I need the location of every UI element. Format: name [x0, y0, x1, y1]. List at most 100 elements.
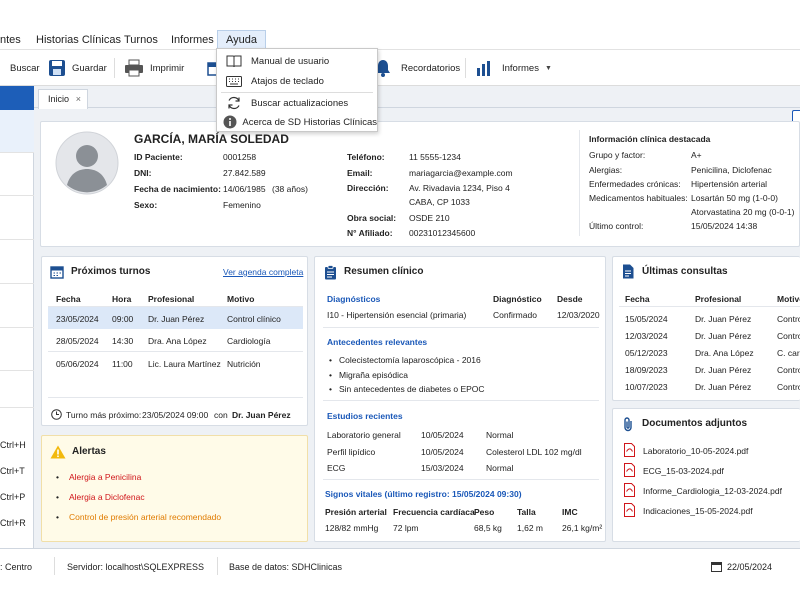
- status-database: Base de datos: SDHClinicas: [229, 562, 343, 572]
- document-name: Informe_Cardiologia_12-03-2024.pdf: [643, 486, 782, 496]
- table-row[interactable]: 15/05/2024 Dr. Juan Pérez Contro: [613, 311, 800, 328]
- table-row[interactable]: 05/06/2024 11:00 Lic. Laura Martínez Nut…: [48, 352, 303, 374]
- menu-item-ayuda[interactable]: Ayuda: [217, 30, 266, 50]
- column-header: Frecuencia cardíaca: [393, 507, 475, 517]
- menu-label: Buscar actualizaciones: [251, 97, 349, 109]
- tab-label: Inicio: [48, 94, 70, 104]
- blood-value: A+: [691, 150, 702, 160]
- table-cell: Dr. Juan Pérez: [695, 331, 752, 341]
- document-name: Laboratorio_10-05-2024.pdf: [643, 446, 749, 456]
- agenda-link[interactable]: Ver agenda completa: [223, 267, 303, 277]
- menu-atajos-teclado[interactable]: Atajos de teclado: [217, 71, 377, 91]
- table-cell: Dr. Juan Pérez: [695, 365, 752, 375]
- calendar-icon: [50, 266, 64, 279]
- vital-value: 72 lpm: [393, 523, 419, 533]
- document-item[interactable]: Informe_Cardiologia_12-03-2024.pdf: [621, 483, 799, 499]
- tab-inicio[interactable]: Inicio ×: [38, 89, 88, 109]
- phone-value: 11 5555-1234: [409, 152, 461, 162]
- chronic-label: Enfermedades crónicas:: [589, 179, 681, 189]
- consultations-title: Últimas consultas: [642, 266, 728, 277]
- menu-acerca-de[interactable]: Acerca de SD Historias Clínicas: [217, 112, 377, 132]
- help-dropdown-menu: Manual de usuario Atajos de teclado Busc…: [216, 48, 378, 132]
- close-icon[interactable]: ×: [76, 90, 81, 108]
- row-divider: [48, 397, 303, 398]
- table-row-selected[interactable]: 23/05/2024 09:00 Dr. Juan Pérez Control …: [48, 307, 303, 329]
- bullet: •: [56, 472, 59, 482]
- shortcut-label: Ctrl+T: [0, 466, 25, 476]
- bullet: •: [329, 384, 332, 394]
- patient-age: (38 años): [272, 184, 308, 194]
- sidebar-item-selected[interactable]: [0, 110, 34, 152]
- print-button[interactable]: Imprimir: [124, 50, 184, 86]
- menu-manual-usuario[interactable]: Manual de usuario: [217, 51, 377, 71]
- documents-title: Documentos adjuntos: [642, 418, 748, 429]
- last-control-value: 15/05/2024 14:38: [691, 221, 758, 231]
- table-cell: 14:30: [112, 336, 134, 346]
- address-label: Dirección:: [347, 183, 389, 193]
- bullet: •: [329, 355, 332, 365]
- last-control-label: Último control:: [589, 221, 644, 231]
- table-cell: Cardiología: [227, 336, 271, 346]
- allergies-value: Penicilina, Diclofenac: [691, 165, 772, 175]
- meds-label: Medicamentos habituales:: [589, 193, 688, 203]
- member-label: N° Afiliado:: [347, 228, 393, 238]
- table-cell: Dra. Ana López: [695, 348, 754, 358]
- estudio-cell: Normal: [486, 463, 514, 473]
- search-button[interactable]: Buscar: [0, 50, 40, 86]
- next-turno-date: 23/05/2024 09:00: [142, 410, 209, 420]
- warning-icon: [50, 445, 66, 459]
- clipboard-icon: [325, 265, 336, 280]
- table-cell: Dr. Juan Pérez: [695, 382, 752, 392]
- sidebar-divider: [0, 239, 34, 240]
- bullet: •: [329, 370, 332, 380]
- reports-button[interactable]: Informes ▼: [476, 50, 552, 86]
- chronic-value: Hipertensión arterial: [691, 179, 768, 189]
- antecedente-item: Colecistectomía laparoscópica - 2016: [339, 355, 481, 365]
- patient-name: GARCÍA, MARÍA SOLEDAD: [134, 132, 289, 146]
- document-item[interactable]: ECG_15-03-2024.pdf: [621, 463, 799, 479]
- email-value[interactable]: mariagarcia@example.com: [409, 168, 513, 178]
- shortcut-label: Ctrl+R: [0, 518, 26, 528]
- column-header: Diagnóstico: [493, 294, 542, 304]
- menu-item-informes[interactable]: Informes: [171, 30, 214, 50]
- toolbar: Buscar Guardar Imprimir Recordatorios In…: [0, 50, 800, 86]
- table-cell: 05/12/2023: [625, 348, 668, 358]
- table-row[interactable]: 12/03/2024 Dr. Juan Pérez Contro: [613, 328, 800, 345]
- menu-buscar-actualizaciones[interactable]: Buscar actualizaciones: [217, 93, 377, 113]
- menu-item-turnos[interactable]: Turnos: [124, 30, 158, 50]
- status-date: 22/05/2024: [727, 562, 773, 572]
- print-label: Imprimir: [150, 62, 185, 74]
- column-header: Hora: [112, 294, 132, 304]
- toolbar-divider: [465, 58, 466, 78]
- antecedente-item: Sin antecedentes de diabetes o EPOC: [339, 384, 485, 394]
- document-item[interactable]: Indicaciones_15-05-2024.pdf: [621, 503, 799, 519]
- document-item[interactable]: Laboratorio_10-05-2024.pdf: [621, 443, 799, 459]
- column-header: Desde: [557, 294, 583, 304]
- diagnosis-cell: Confirmado: [493, 310, 537, 320]
- printer-icon: [125, 59, 143, 77]
- estudio-cell: ECG: [327, 463, 346, 473]
- sidebar-divider: [0, 327, 34, 328]
- menu-label: Atajos de teclado: [251, 75, 324, 87]
- table-row[interactable]: 05/12/2023 Dra. Ana López C. card: [613, 345, 800, 362]
- patient-dni-label: DNI:: [134, 168, 152, 178]
- table-row[interactable]: 10/07/2023 Dr. Juan Pérez Contro: [613, 379, 800, 396]
- blood-label: Grupo y factor:: [589, 150, 646, 160]
- refresh-icon: [228, 96, 240, 110]
- table-cell: Dr. Juan Pérez: [148, 314, 205, 324]
- status-server: Servidor: localhost\SQLEXPRESS: [67, 562, 205, 572]
- column-header: Fecha: [625, 294, 650, 304]
- section-divider: [323, 479, 599, 480]
- sidebar-item-active[interactable]: [0, 86, 34, 110]
- reminders-button[interactable]: Recordatorios: [375, 50, 460, 86]
- save-button[interactable]: Guardar: [48, 50, 107, 86]
- sidebar-divider: [0, 283, 34, 284]
- table-row[interactable]: 18/09/2023 Dr. Juan Pérez Contro: [613, 362, 800, 379]
- table-cell: Lic. Laura Martínez: [148, 359, 221, 369]
- table-row[interactable]: 28/05/2024 14:30 Dra. Ana López Cardiolo…: [48, 329, 303, 351]
- patient-dni: 27.842.589: [223, 168, 266, 178]
- menu-item-historias[interactable]: Historias Clínicas: [36, 30, 121, 50]
- menu-item-pacientes[interactable]: ntes: [0, 30, 21, 50]
- diagnosis-cell: I10 - Hipertensión esencial (primaria): [327, 310, 467, 320]
- patient-sex-label: Sexo:: [134, 200, 158, 210]
